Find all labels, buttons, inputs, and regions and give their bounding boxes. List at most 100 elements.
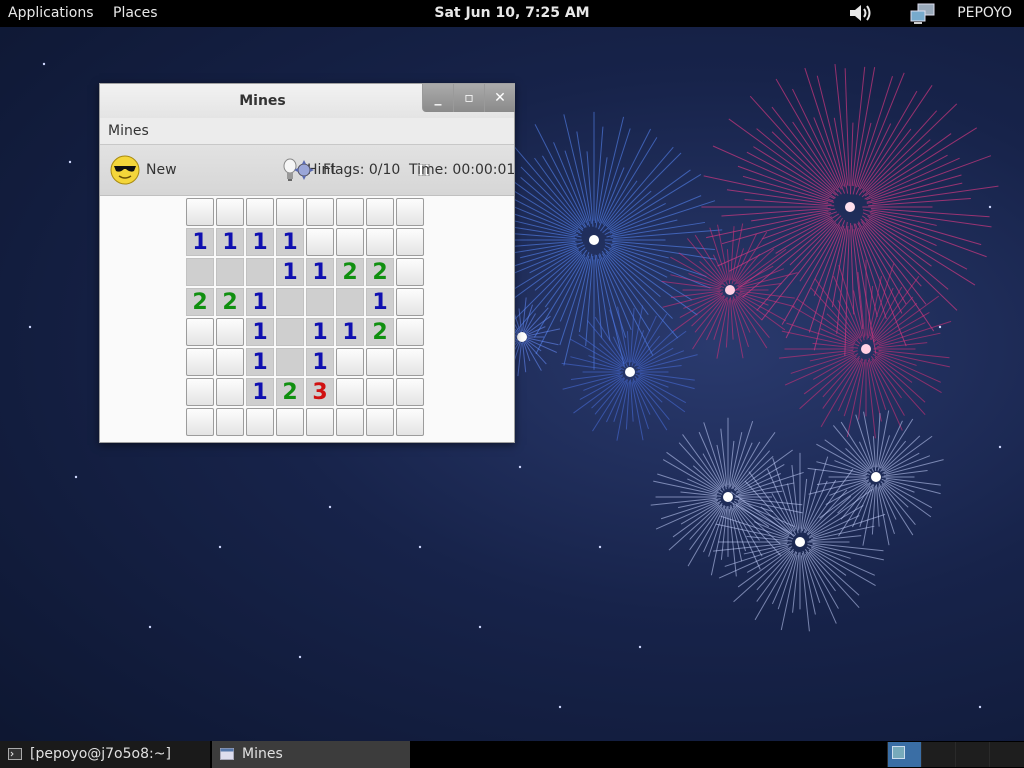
mine-cell[interactable] — [396, 258, 424, 286]
flags-counter: Flags: 0/10 — [323, 162, 401, 178]
volume-icon[interactable] — [848, 3, 874, 23]
mine-cell[interactable] — [396, 288, 424, 316]
mine-cell[interactable]: 1 — [246, 348, 274, 376]
workspace-3[interactable] — [955, 742, 989, 767]
mine-cell[interactable] — [216, 198, 244, 226]
mine-cell[interactable] — [186, 348, 214, 376]
mine-cell[interactable] — [186, 378, 214, 406]
window-titlebar[interactable]: Mines _ ▫ ✕ — [100, 84, 515, 118]
mine-cell[interactable] — [366, 348, 394, 376]
star — [328, 505, 332, 509]
workspace-window-preview — [892, 746, 905, 759]
mine-cell[interactable]: 1 — [246, 288, 274, 316]
time-counter: Time: 00:00:01 — [409, 162, 516, 178]
network-icon[interactable] — [910, 3, 936, 25]
mine-cell[interactable] — [306, 288, 334, 316]
star — [218, 545, 222, 549]
mine-cell[interactable] — [306, 198, 334, 226]
window-title: Mines — [239, 93, 286, 109]
mine-cell[interactable] — [186, 258, 214, 286]
mine-cell[interactable] — [366, 408, 394, 436]
mine-cell[interactable] — [186, 408, 214, 436]
mine-cell[interactable]: 1 — [336, 318, 364, 346]
hint-button[interactable]: Hint — [190, 145, 336, 195]
menu-mines[interactable]: Mines — [108, 123, 149, 139]
mine-cell[interactable] — [396, 198, 424, 226]
mine-cell[interactable] — [216, 378, 244, 406]
mine-cell[interactable]: 1 — [306, 318, 334, 346]
mine-cell[interactable] — [396, 318, 424, 346]
mine-cell[interactable] — [216, 348, 244, 376]
mine-cell[interactable] — [216, 258, 244, 286]
mine-cell[interactable] — [336, 228, 364, 256]
mine-cell[interactable] — [366, 228, 394, 256]
mine-cell[interactable] — [246, 258, 274, 286]
mine-cell[interactable]: 2 — [186, 288, 214, 316]
star — [938, 325, 942, 329]
mine-cell[interactable] — [336, 408, 364, 436]
user-menu[interactable]: PEPOYO — [957, 5, 1012, 21]
mine-cell[interactable] — [246, 408, 274, 436]
mine-cell[interactable]: 1 — [276, 258, 304, 286]
star — [988, 205, 992, 209]
mine-cell[interactable] — [216, 318, 244, 346]
new-game-button[interactable]: New — [100, 145, 190, 195]
mine-cell[interactable] — [276, 198, 304, 226]
mine-cell[interactable]: 1 — [366, 288, 394, 316]
mine-cell[interactable] — [366, 378, 394, 406]
star — [558, 705, 562, 709]
taskbar-item-terminal[interactable]: [pepoyo@j7o5o8:~] — [0, 741, 210, 768]
taskbar-label: Mines — [242, 746, 283, 762]
mine-cell[interactable] — [366, 198, 394, 226]
toolbar: New Hint Flags: 0/10 Time: 00:00:01 — [100, 144, 516, 196]
mine-cell[interactable]: 1 — [306, 258, 334, 286]
mine-cell[interactable]: 1 — [216, 228, 244, 256]
mine-cell[interactable]: 1 — [186, 228, 214, 256]
pause-button[interactable] — [255, 145, 430, 195]
star — [978, 705, 982, 709]
mine-cell[interactable] — [336, 198, 364, 226]
mine-cell[interactable] — [276, 348, 304, 376]
mine-cell[interactable]: 1 — [246, 318, 274, 346]
star — [638, 645, 642, 649]
mine-cell[interactable] — [396, 348, 424, 376]
taskbar-item-mines[interactable]: Mines — [212, 741, 410, 768]
mine-cell[interactable] — [336, 378, 364, 406]
star — [148, 625, 152, 629]
mine-cell[interactable] — [186, 198, 214, 226]
close-button[interactable]: ✕ — [484, 84, 515, 112]
mine-cell[interactable] — [336, 348, 364, 376]
mine-cell[interactable]: 2 — [366, 258, 394, 286]
mine-cell[interactable] — [396, 228, 424, 256]
mine-cell[interactable]: 1 — [246, 378, 274, 406]
minimize-button[interactable]: _ — [422, 84, 453, 112]
workspace-1[interactable] — [887, 742, 921, 767]
mine-cell[interactable]: 1 — [276, 228, 304, 256]
mine-cell[interactable] — [276, 288, 304, 316]
mine-cell[interactable]: 2 — [216, 288, 244, 316]
workspace-4[interactable] — [989, 742, 1024, 767]
star — [478, 625, 482, 629]
mine-cell[interactable] — [216, 408, 244, 436]
maximize-button[interactable]: ▫ — [453, 84, 484, 112]
star — [518, 465, 522, 469]
mine-cell[interactable]: 3 — [306, 378, 334, 406]
workspace-2[interactable] — [921, 742, 955, 767]
mine-cell[interactable] — [276, 408, 304, 436]
smiley-sunglasses-icon — [110, 155, 140, 185]
mine-cell[interactable] — [396, 408, 424, 436]
taskbar: [pepoyo@j7o5o8:~] Mines — [0, 741, 1024, 768]
mine-cell[interactable]: 2 — [336, 258, 364, 286]
mine-cell[interactable] — [306, 228, 334, 256]
mine-cell[interactable] — [336, 288, 364, 316]
mine-cell[interactable] — [306, 408, 334, 436]
mine-cell[interactable] — [276, 318, 304, 346]
mine-cell[interactable] — [186, 318, 214, 346]
mine-cell[interactable] — [246, 198, 274, 226]
mine-cell[interactable]: 1 — [306, 348, 334, 376]
mine-cell[interactable]: 2 — [366, 318, 394, 346]
mine-cell[interactable]: 1 — [246, 228, 274, 256]
mine-cell[interactable] — [396, 378, 424, 406]
star — [998, 445, 1002, 449]
mine-cell[interactable]: 2 — [276, 378, 304, 406]
